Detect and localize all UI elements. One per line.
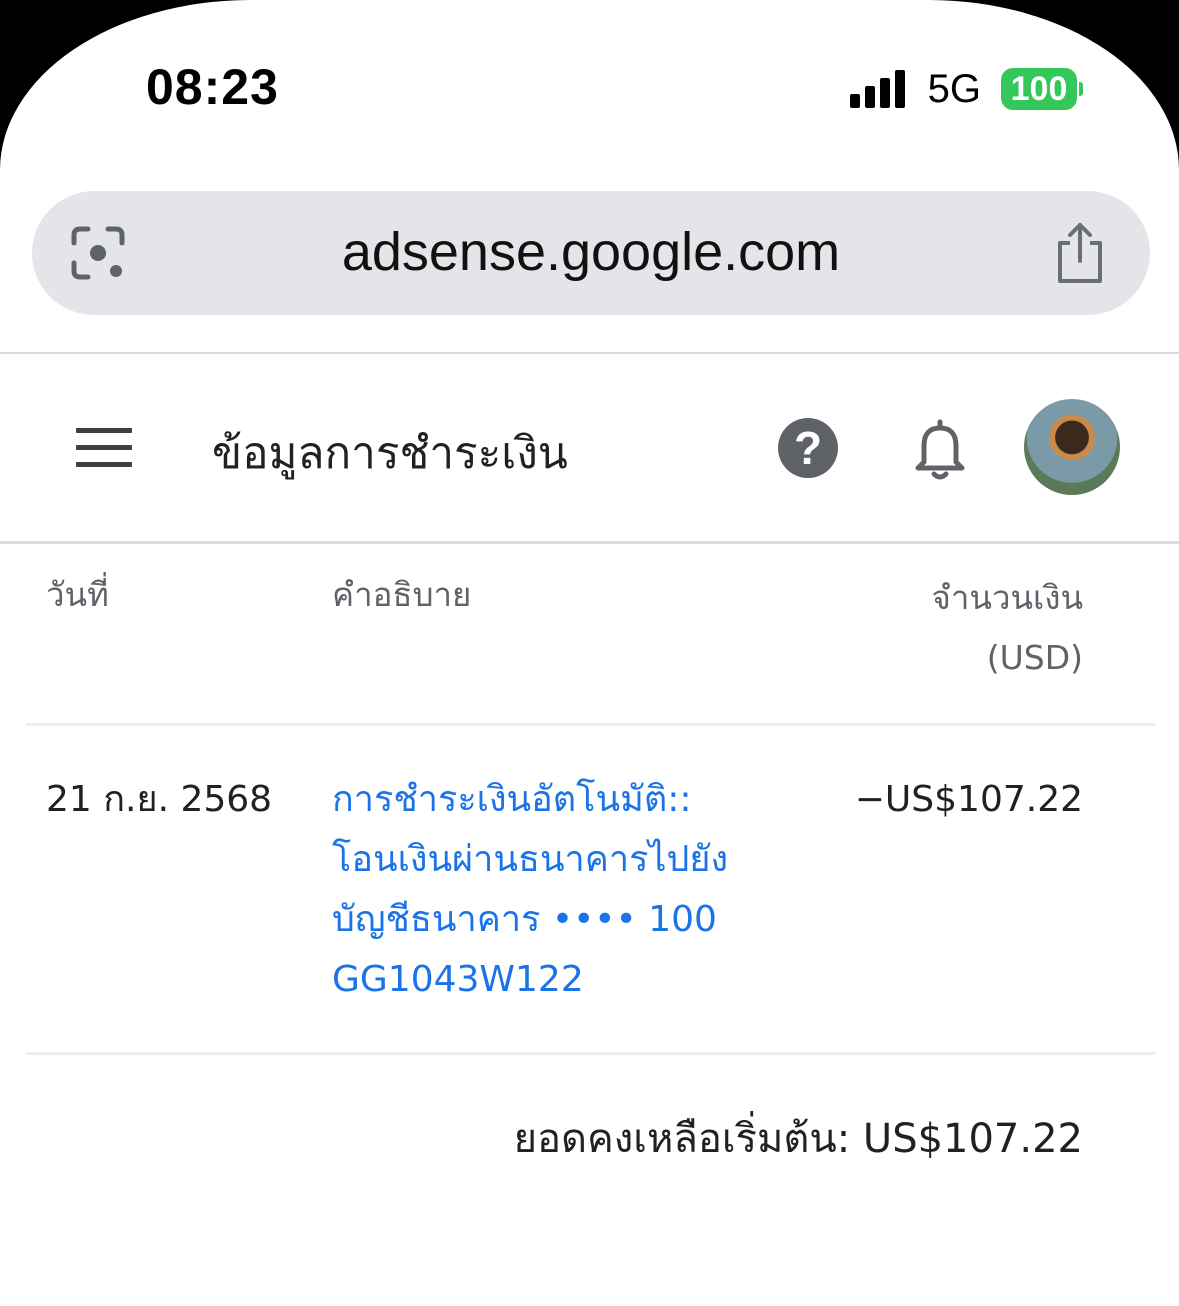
table-divider: [26, 1052, 1156, 1055]
table-row-amount: −US$107.22: [854, 779, 1083, 820]
phone-screen: 08:23 5G 100 adsense.google.com ข้อมูลกา…: [0, 0, 1179, 1306]
browser-divider: [0, 352, 1179, 354]
column-header-amount-currency: (USD): [986, 638, 1083, 677]
address-bar[interactable]: adsense.google.com: [32, 191, 1150, 315]
help-icon[interactable]: ?: [778, 418, 838, 478]
description-line[interactable]: โอนเงินผ่านธนาคารไปยัง: [332, 830, 752, 890]
cellular-signal-icon: [849, 70, 910, 108]
network-label: 5G: [927, 66, 981, 111]
description-line[interactable]: การชำระเงินอัตโนมัติ::: [332, 770, 752, 830]
battery-level: 100: [1001, 68, 1077, 110]
share-icon[interactable]: [1050, 221, 1110, 285]
battery-icon: 100: [1001, 68, 1083, 110]
column-header-amount-label: จำนวนเงิน: [931, 578, 1083, 617]
status-time: 08:23: [146, 59, 279, 115]
page-title: ข้อมูลการชำระเงิน: [212, 428, 568, 479]
opening-balance: ยอดคงเหลือเริ่มต้น: US$107.22: [513, 1116, 1083, 1162]
description-line[interactable]: บัญชีธนาคาร •••• 100: [332, 890, 752, 950]
url-text[interactable]: adsense.google.com: [32, 221, 1150, 283]
column-header-description: คำอธิบาย: [332, 575, 472, 614]
avatar[interactable]: [1024, 399, 1120, 495]
column-header-amount: จำนวนเงิน (USD): [932, 568, 1083, 688]
menu-icon[interactable]: [76, 428, 132, 468]
bell-icon[interactable]: [912, 416, 968, 480]
header-divider: [0, 541, 1179, 544]
table-row-description-link[interactable]: การชำระเงินอัตโนมัติ:: โอนเงินผ่านธนาคาร…: [332, 770, 752, 1010]
description-line[interactable]: GG1043W122: [332, 950, 752, 1010]
table-divider: [26, 723, 1156, 726]
table-row-date: 21 ก.ย. 2568: [46, 779, 273, 820]
status-indicators: 5G 100: [849, 66, 1083, 112]
column-header-date: วันที่: [46, 575, 109, 614]
